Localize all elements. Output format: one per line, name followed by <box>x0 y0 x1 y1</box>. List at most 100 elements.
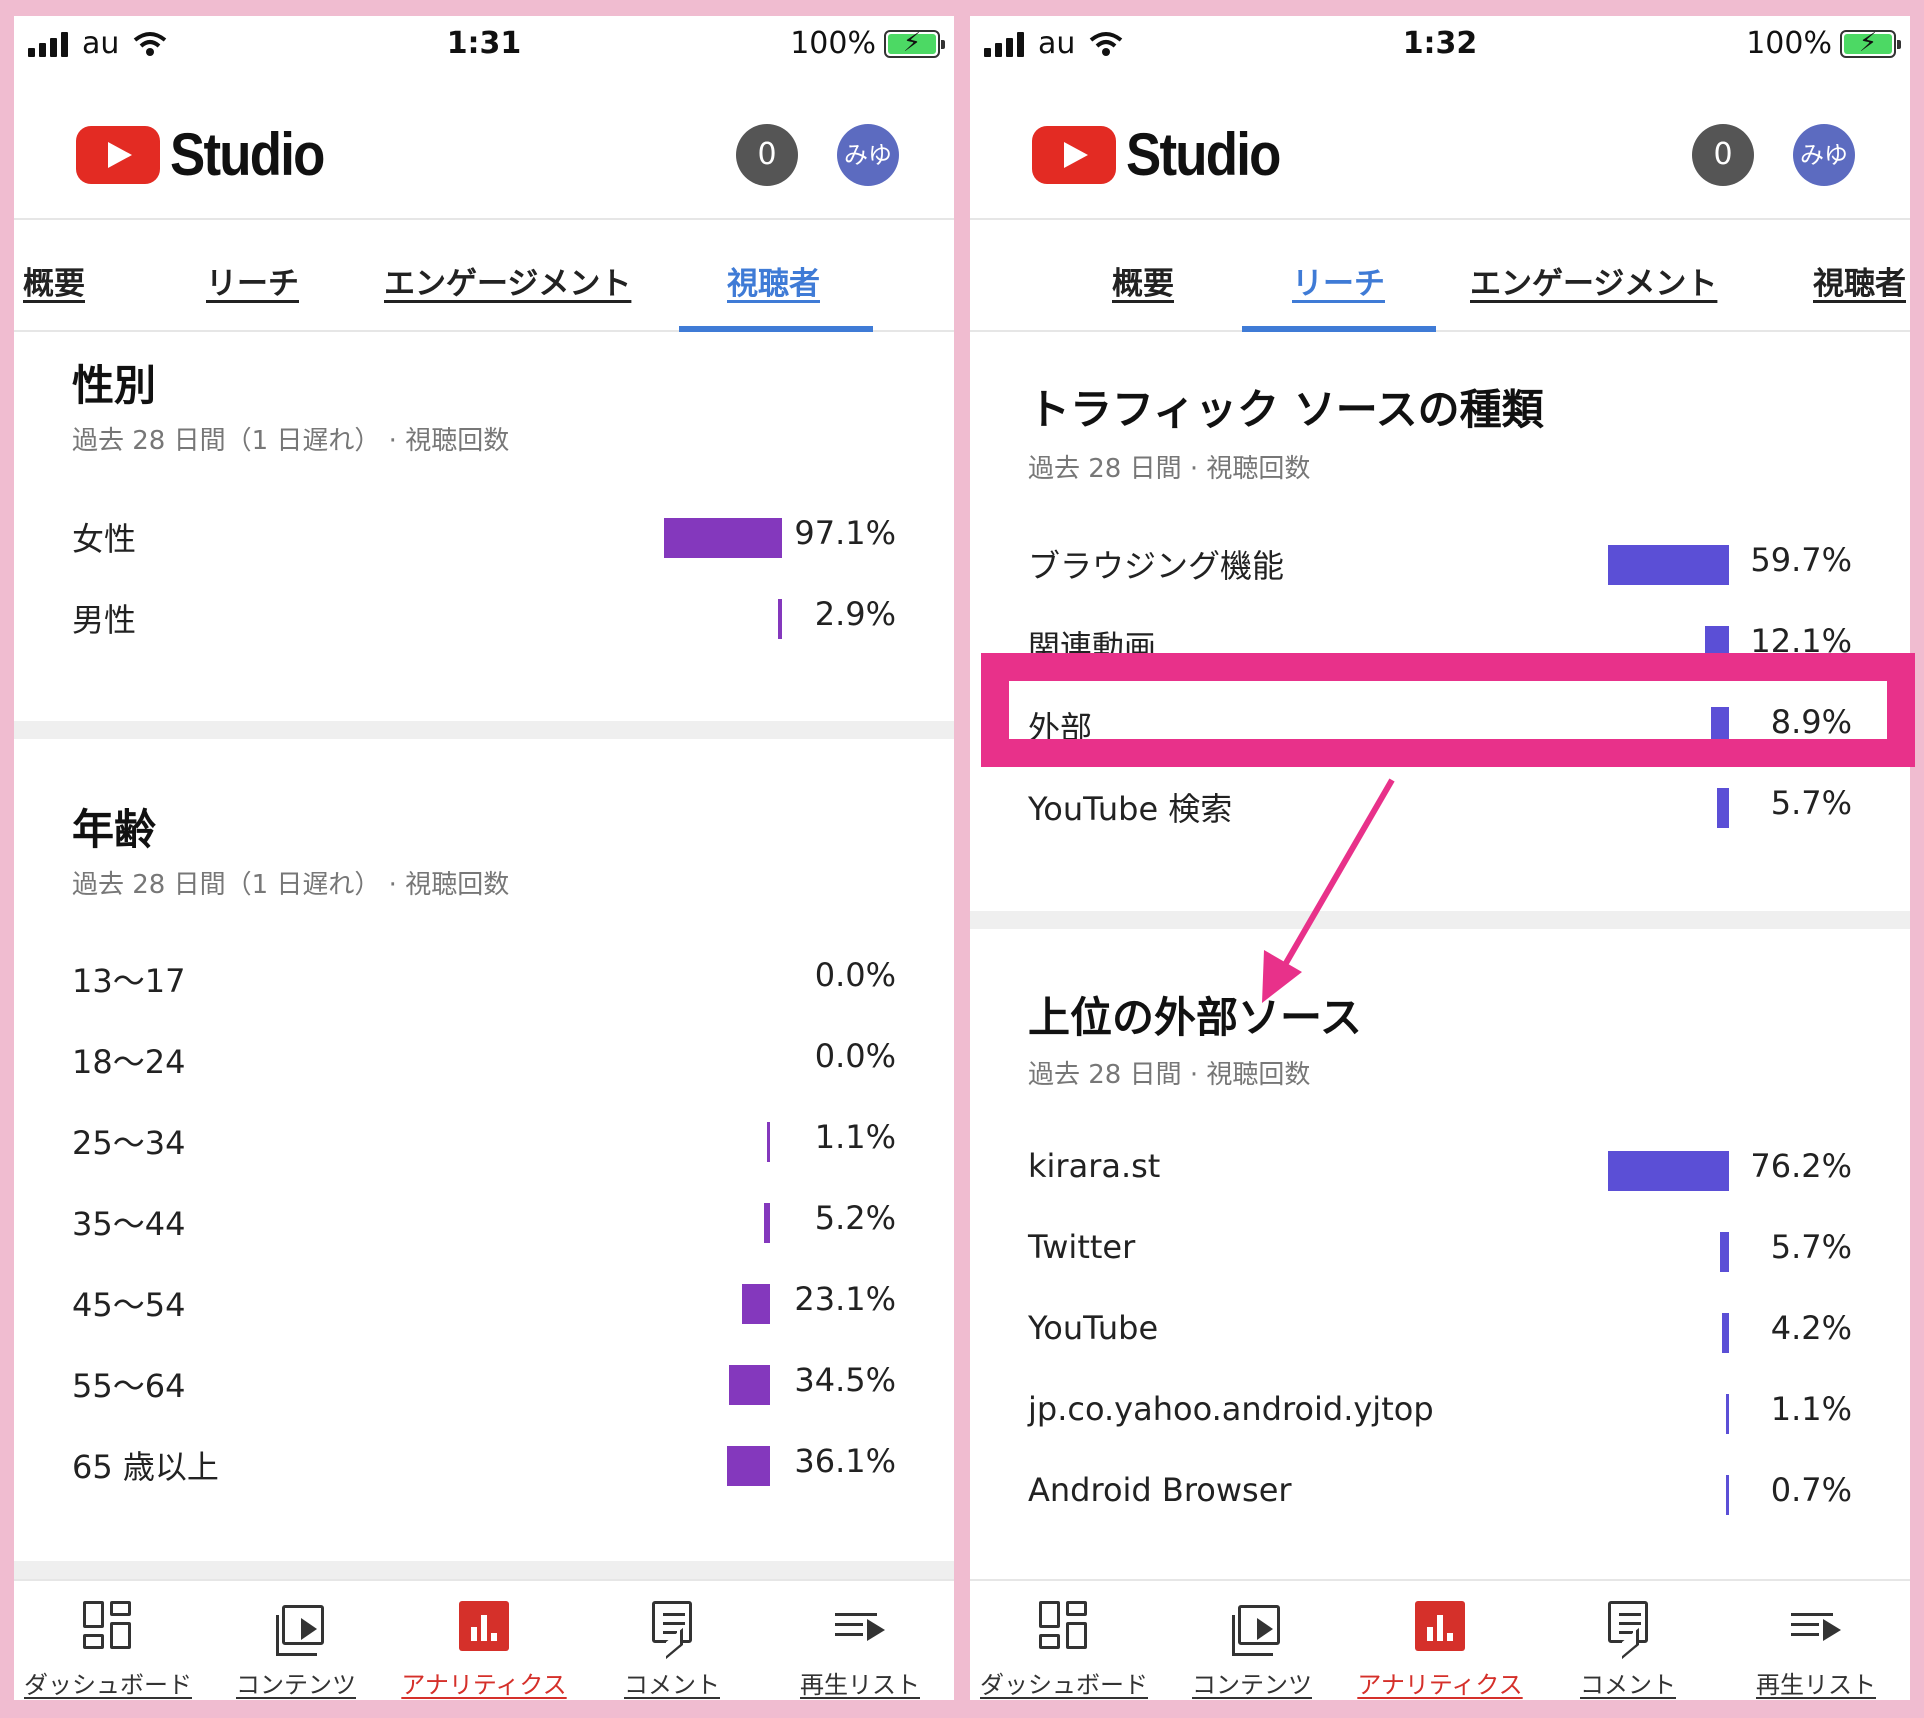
app-name: Studio <box>170 121 325 188</box>
nav-content[interactable]: コンテンツ <box>1158 1581 1346 1700</box>
external-row-value: 76.2% <box>1750 1147 1852 1185</box>
section-divider <box>14 1561 954 1579</box>
nav-label: 再生リスト <box>1756 1671 1876 1699</box>
traffic-bar <box>1704 626 1729 666</box>
nav-content[interactable]: コンテンツ <box>202 1581 390 1700</box>
external-sources-title: 上位の外部ソース <box>1028 993 1362 1042</box>
age-row-value: 5.2% <box>814 1199 896 1237</box>
youtube-play-icon <box>1032 125 1116 184</box>
nav-label: アナリティクス <box>401 1671 567 1699</box>
tab-bar: 概要 リーチ エンゲージメント 視聴者 <box>970 222 1910 332</box>
tab-engagement[interactable]: エンゲージメント <box>384 258 631 303</box>
age-row-value: 0.0% <box>814 1037 896 1075</box>
nav-analytics[interactable]: アナリティクス <box>1346 1581 1534 1700</box>
nav-dashboard[interactable]: ダッシュボード <box>14 1581 202 1700</box>
tab-reach[interactable]: リーチ <box>1292 258 1385 303</box>
nav-label: 再生リスト <box>800 1671 920 1699</box>
tab-overview[interactable]: 概要 <box>23 258 85 303</box>
age-row-label: 35〜44 <box>72 1205 186 1243</box>
nav-label: コンテンツ <box>1192 1671 1312 1699</box>
active-tab-indicator <box>1242 326 1436 332</box>
tab-audience[interactable]: 視聴者 <box>1813 258 1906 303</box>
nav-analytics[interactable]: アナリティクス <box>390 1581 578 1700</box>
age-bar <box>726 1446 770 1486</box>
battery-icon: ⚡ <box>884 28 945 58</box>
playlist-icon <box>835 1601 885 1651</box>
traffic-bar <box>1717 788 1729 828</box>
external-row-value: 4.2% <box>1770 1309 1852 1347</box>
external-row-label: Android Browser <box>1028 1471 1292 1509</box>
age-row-label: 18〜24 <box>72 1043 186 1081</box>
notifications-badge[interactable]: 0 <box>736 124 798 186</box>
external-bar <box>1722 1313 1729 1353</box>
traffic-bar <box>1711 707 1729 747</box>
battery-percent: 100% <box>790 26 876 61</box>
age-row-value: 1.1% <box>814 1118 896 1156</box>
avatar[interactable]: みゆ <box>837 124 899 186</box>
gender-bar <box>663 518 782 558</box>
analytics-icon <box>1415 1601 1465 1651</box>
traffic-row-label: 関連動画 <box>1028 628 1157 666</box>
nav-dashboard[interactable]: ダッシュボード <box>970 1581 1158 1700</box>
tab-engagement[interactable]: エンゲージメント <box>1470 258 1717 303</box>
nav-label: コンテンツ <box>236 1671 356 1699</box>
app-name: Studio <box>1126 121 1281 188</box>
playlist-icon <box>1791 1601 1841 1651</box>
bottom-nav: ダッシュボード コンテンツ アナリティクス コメント 再生リスト <box>970 1579 1910 1700</box>
analytics-icon <box>459 1601 509 1651</box>
gender-title: 性別 <box>72 361 157 410</box>
nav-playlists[interactable]: 再生リスト <box>1722 1581 1910 1700</box>
bottom-nav: ダッシュボード コンテンツ アナリティクス コメント 再生リスト <box>14 1579 954 1700</box>
age-subtitle: 過去 28 日間（1 日遅れ） · 視聴回数 <box>72 870 510 900</box>
nav-label: コメント <box>624 1671 720 1699</box>
traffic-row-value: 12.1% <box>1750 622 1852 660</box>
gender-row-value: 97.1% <box>794 514 896 552</box>
nav-label: コメント <box>1580 1671 1676 1699</box>
age-row-value: 23.1% <box>794 1280 896 1318</box>
nav-comments[interactable]: コメント <box>1534 1581 1722 1700</box>
age-row-label: 45〜54 <box>72 1286 186 1324</box>
nav-comments[interactable]: コメント <box>578 1581 766 1700</box>
studio-logo[interactable]: Studio <box>1032 120 1301 189</box>
app-header: Studio 0 みゆ <box>14 78 954 220</box>
tab-reach[interactable]: リーチ <box>206 258 299 303</box>
external-sources-subtitle: 過去 28 日間 · 視聴回数 <box>1028 1060 1311 1090</box>
content-icon <box>276 1605 324 1656</box>
traffic-row-value: 8.9% <box>1770 703 1852 741</box>
tab-bar: 概要 リーチ エンゲージメント 視聴者 <box>14 222 954 332</box>
section-divider <box>14 721 954 739</box>
dashboard-icon <box>83 1601 133 1651</box>
comment-icon <box>652 1601 692 1643</box>
gender-subtitle: 過去 28 日間（1 日遅れ） · 視聴回数 <box>72 426 510 456</box>
traffic-bar <box>1608 545 1729 585</box>
traffic-sources-subtitle: 過去 28 日間 · 視聴回数 <box>1028 454 1311 484</box>
gender-row-label: 男性 <box>72 601 137 639</box>
age-row-value: 34.5% <box>794 1361 896 1399</box>
youtube-play-icon <box>76 125 160 184</box>
age-row-value: 0.0% <box>814 956 896 994</box>
tab-audience[interactable]: 視聴者 <box>727 258 820 303</box>
status-bar: au 1:31 100% ⚡ <box>14 16 954 78</box>
studio-logo[interactable]: Studio <box>76 120 345 189</box>
external-row-label: YouTube <box>1028 1309 1159 1347</box>
external-bar <box>1726 1394 1729 1434</box>
age-bar <box>763 1203 770 1243</box>
external-bar <box>1607 1151 1729 1191</box>
traffic-row-value: 5.7% <box>1770 784 1852 822</box>
notifications-badge[interactable]: 0 <box>1692 124 1754 186</box>
age-title: 年齢 <box>72 805 157 854</box>
avatar[interactable]: みゆ <box>1793 124 1855 186</box>
nav-playlists[interactable]: 再生リスト <box>766 1581 954 1700</box>
app-header: Studio 0 みゆ <box>970 78 1910 220</box>
right-screen: au 1:32 100% ⚡ Studio 0 みゆ 概要 リーチ エンゲージメ… <box>970 16 1910 1700</box>
external-row-label: kirara.st <box>1028 1147 1161 1185</box>
gender-row-value: 2.9% <box>814 595 896 633</box>
gender-bar <box>778 599 782 639</box>
age-row-label: 25〜34 <box>72 1124 186 1162</box>
dashboard-icon <box>1039 1601 1089 1651</box>
nav-label: アナリティクス <box>1357 1671 1523 1699</box>
comment-icon <box>1608 1601 1648 1643</box>
tab-overview[interactable]: 概要 <box>1112 258 1174 303</box>
traffic-sources-title: トラフィック ソースの種類 <box>1028 385 1544 434</box>
external-row-label: jp.co.yahoo.android.yjtop <box>1028 1390 1434 1428</box>
